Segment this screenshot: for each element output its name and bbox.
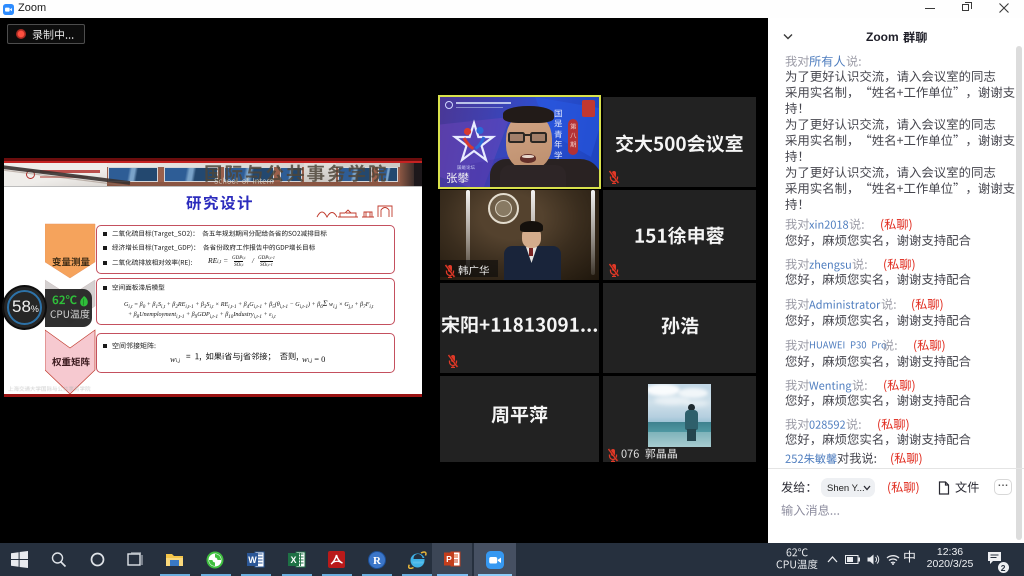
svg-text:W: W [248,555,257,565]
svg-text:X: X [290,555,296,565]
svg-text:P: P [446,554,452,564]
svg-text:R: R [373,555,382,567]
